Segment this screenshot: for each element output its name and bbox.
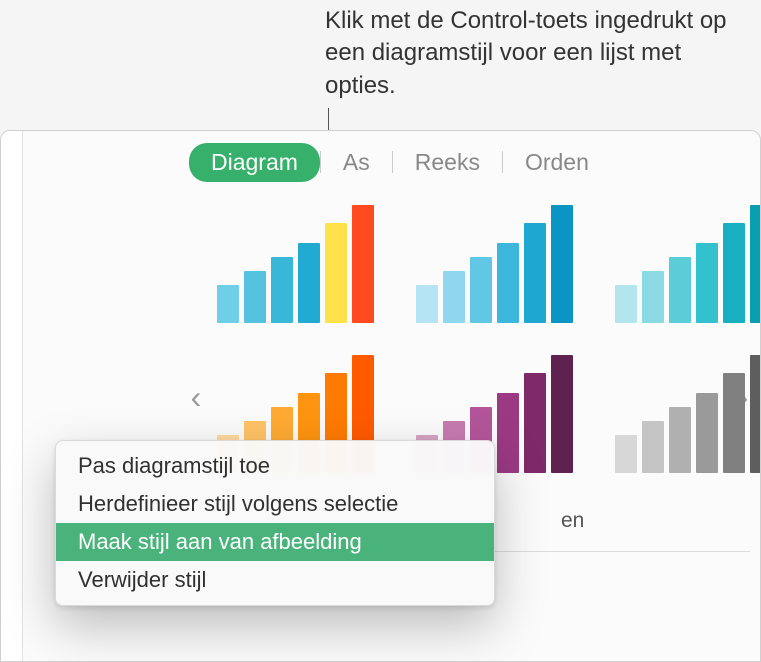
chart-bar-icon	[696, 393, 718, 473]
chart-bar-icon	[497, 393, 519, 473]
chart-bar-icon	[551, 205, 573, 323]
menu-item[interactable]: Herdefinieer stijl volgens selectie	[56, 485, 494, 523]
chart-bar-icon	[352, 205, 374, 323]
chart-bar-icon	[416, 285, 438, 323]
menu-item[interactable]: Verwijder stijl	[56, 561, 494, 599]
chart-bar-icon	[551, 355, 573, 473]
chart-bar-icon	[497, 243, 519, 323]
menu-item[interactable]: Pas diagramstijl toe	[56, 447, 494, 485]
chart-style-grid	[211, 199, 730, 479]
tab-diagram[interactable]: Diagram	[189, 143, 320, 182]
chart-bar-icon	[723, 373, 745, 473]
chart-bar-icon	[642, 421, 664, 473]
chart-options-label-fragment: en	[561, 509, 584, 533]
tab-reeks[interactable]: Reeks	[393, 141, 502, 184]
chart-bar-icon	[524, 373, 546, 473]
chart-bar-icon	[271, 257, 293, 323]
style-blue-yellow-red[interactable]	[211, 199, 380, 329]
tab-orden[interactable]: Orden	[503, 141, 611, 184]
chart-bar-icon	[244, 271, 266, 323]
inspector-tabs: DiagramAsReeksOrden	[181, 131, 760, 185]
chart-bar-icon	[524, 223, 546, 323]
menu-item[interactable]: Maak stijl aan van afbeelding	[56, 523, 494, 561]
chart-bar-icon	[217, 285, 239, 323]
style-grey-mono[interactable]	[609, 349, 761, 479]
style-aqua-teal[interactable]	[609, 199, 761, 329]
chart-bar-icon	[325, 223, 347, 323]
chart-bar-icon	[615, 435, 637, 473]
chart-bar-icon	[443, 271, 465, 323]
chart-bar-icon	[615, 285, 637, 323]
chart-bar-icon	[723, 223, 745, 323]
document-edge	[1, 131, 23, 661]
chart-bar-icon	[669, 407, 691, 473]
chart-bar-icon	[696, 243, 718, 323]
chart-bar-icon	[298, 243, 320, 323]
chart-bar-icon	[750, 355, 761, 473]
chart-bar-icon	[470, 257, 492, 323]
tab-as[interactable]: As	[321, 141, 392, 184]
chart-bar-icon	[642, 271, 664, 323]
styles-prev-button[interactable]: ‹	[183, 379, 209, 416]
style-blue-cyan[interactable]	[410, 199, 579, 329]
style-context-menu: Pas diagramstijl toeHerdefinieer stijl v…	[55, 440, 495, 606]
chart-bar-icon	[669, 257, 691, 323]
callout-text: Klik met de Control-toets ingedrukt op e…	[325, 5, 755, 102]
chart-bar-icon	[750, 205, 761, 323]
